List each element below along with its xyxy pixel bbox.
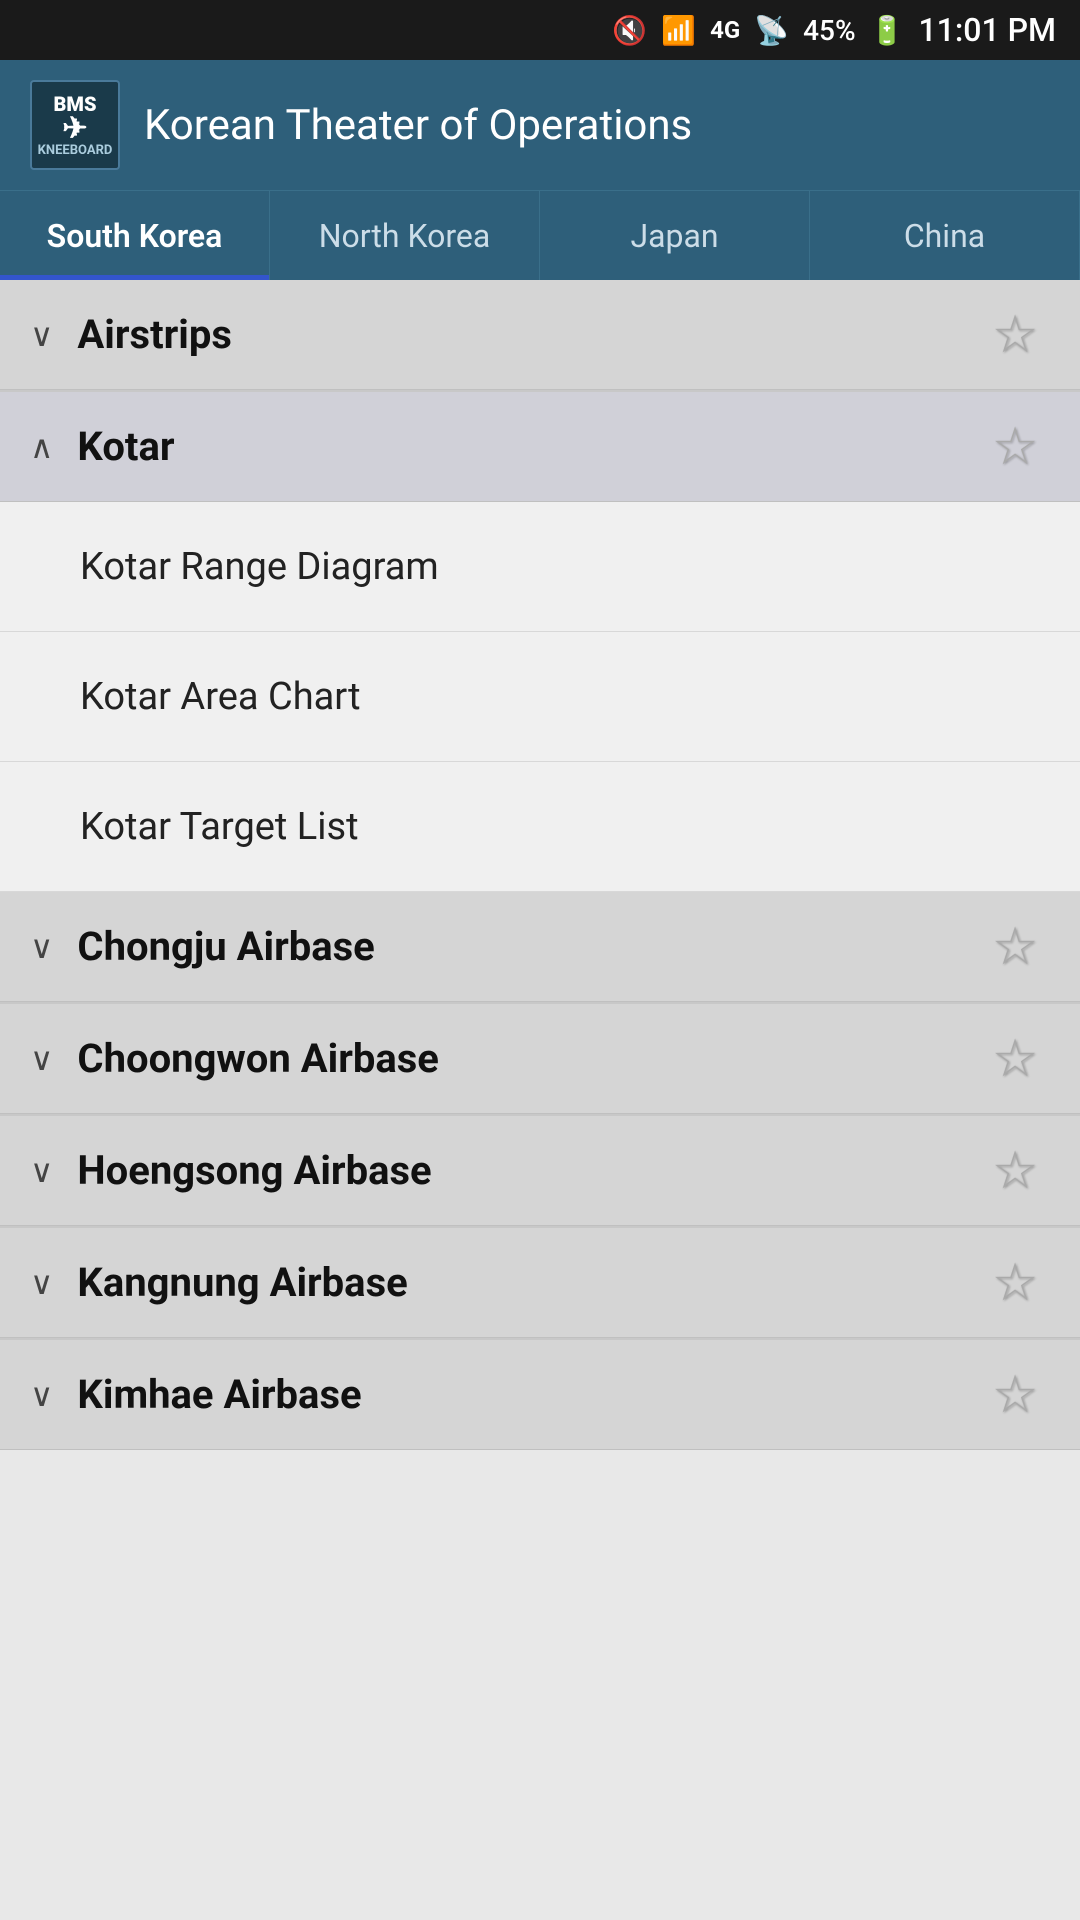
section-kangnung-title: Kangnung Airbase: [77, 1259, 980, 1306]
star-kimhae-icon: ☆: [992, 1364, 1039, 1425]
logo-plane-icon: ✈: [62, 114, 87, 144]
chevron-airstrips-icon: ∨: [30, 316, 53, 354]
section-kimhae[interactable]: ∨ Kimhae Airbase ☆: [0, 1340, 1080, 1450]
star-kimhae-button[interactable]: ☆: [980, 1360, 1050, 1430]
app-title: Korean Theater of Operations: [144, 101, 692, 150]
section-kotar-title: Kotar: [77, 423, 980, 470]
section-airstrips-title: Airstrips: [77, 311, 980, 358]
star-kotar-icon: ☆: [992, 416, 1039, 477]
chevron-kotar-icon: ∧: [30, 428, 53, 466]
mute-icon: 🔇: [612, 14, 647, 47]
star-kangnung-icon: ☆: [992, 1252, 1039, 1313]
chevron-kangnung-icon: ∨: [30, 1264, 53, 1302]
section-chongju[interactable]: ∨ Chongju Airbase ☆: [0, 892, 1080, 1002]
star-hoengsong-icon: ☆: [992, 1140, 1039, 1201]
tab-south-korea[interactable]: South Korea: [0, 191, 270, 280]
battery-icon: 🔋: [870, 14, 905, 47]
section-hoengsong-title: Hoengsong Airbase: [77, 1147, 980, 1194]
section-kotar[interactable]: ∧ Kotar ☆: [0, 392, 1080, 502]
star-hoengsong-button[interactable]: ☆: [980, 1136, 1050, 1206]
chevron-chongju-icon: ∨: [30, 928, 53, 966]
star-chongju-icon: ☆: [992, 916, 1039, 977]
star-chongju-button[interactable]: ☆: [980, 912, 1050, 982]
star-kangnung-button[interactable]: ☆: [980, 1248, 1050, 1318]
subitem-kotar-target-list-label: Kotar Target List: [80, 805, 359, 849]
subitem-kotar-area-chart-label: Kotar Area Chart: [80, 675, 361, 719]
section-chongju-title: Chongju Airbase: [77, 923, 980, 970]
tab-north-korea[interactable]: North Korea: [270, 191, 540, 280]
status-bar: 🔇 📶 4G 📡 45% 🔋 11:01 PM: [0, 0, 1080, 60]
tab-bar: South Korea North Korea Japan China: [0, 190, 1080, 280]
battery-level: 45%: [803, 14, 855, 47]
app-header: BMS ✈ KNEEBOARD Korean Theater of Operat…: [0, 60, 1080, 190]
subitem-kotar-target-list[interactable]: Kotar Target List: [0, 762, 1080, 892]
subitem-kotar-range-diagram-label: Kotar Range Diagram: [80, 545, 439, 589]
logo-kneeboard: KNEEBOARD: [38, 144, 113, 157]
section-kimhae-title: Kimhae Airbase: [77, 1371, 980, 1418]
section-choongwon-title: Choongwon Airbase: [77, 1035, 980, 1082]
signal-icon: 📡: [754, 14, 789, 47]
main-list: ∨ Airstrips ☆ ∧ Kotar ☆ Kotar Range Diag…: [0, 280, 1080, 1450]
star-kotar-button[interactable]: ☆: [980, 412, 1050, 482]
chevron-kimhae-icon: ∨: [30, 1376, 53, 1414]
star-airstrips-icon: ☆: [992, 304, 1039, 365]
section-kangnung[interactable]: ∨ Kangnung Airbase ☆: [0, 1228, 1080, 1338]
star-choongwon-button[interactable]: ☆: [980, 1024, 1050, 1094]
star-airstrips-button[interactable]: ☆: [980, 300, 1050, 370]
lte-icon: 4G: [710, 16, 740, 44]
section-airstrips[interactable]: ∨ Airstrips ☆: [0, 280, 1080, 390]
section-hoengsong[interactable]: ∨ Hoengsong Airbase ☆: [0, 1116, 1080, 1226]
section-choongwon[interactable]: ∨ Choongwon Airbase ☆: [0, 1004, 1080, 1114]
subitem-kotar-range-diagram[interactable]: Kotar Range Diagram: [0, 502, 1080, 632]
tab-china[interactable]: China: [810, 191, 1080, 280]
tab-japan[interactable]: Japan: [540, 191, 810, 280]
star-choongwon-icon: ☆: [992, 1028, 1039, 1089]
chevron-choongwon-icon: ∨: [30, 1040, 53, 1078]
chevron-hoengsong-icon: ∨: [30, 1152, 53, 1190]
time-display: 11:01 PM: [918, 11, 1056, 49]
app-logo: BMS ✈ KNEEBOARD: [30, 80, 120, 170]
wifi-icon: 📶: [661, 14, 696, 47]
subitem-kotar-area-chart[interactable]: Kotar Area Chart: [0, 632, 1080, 762]
